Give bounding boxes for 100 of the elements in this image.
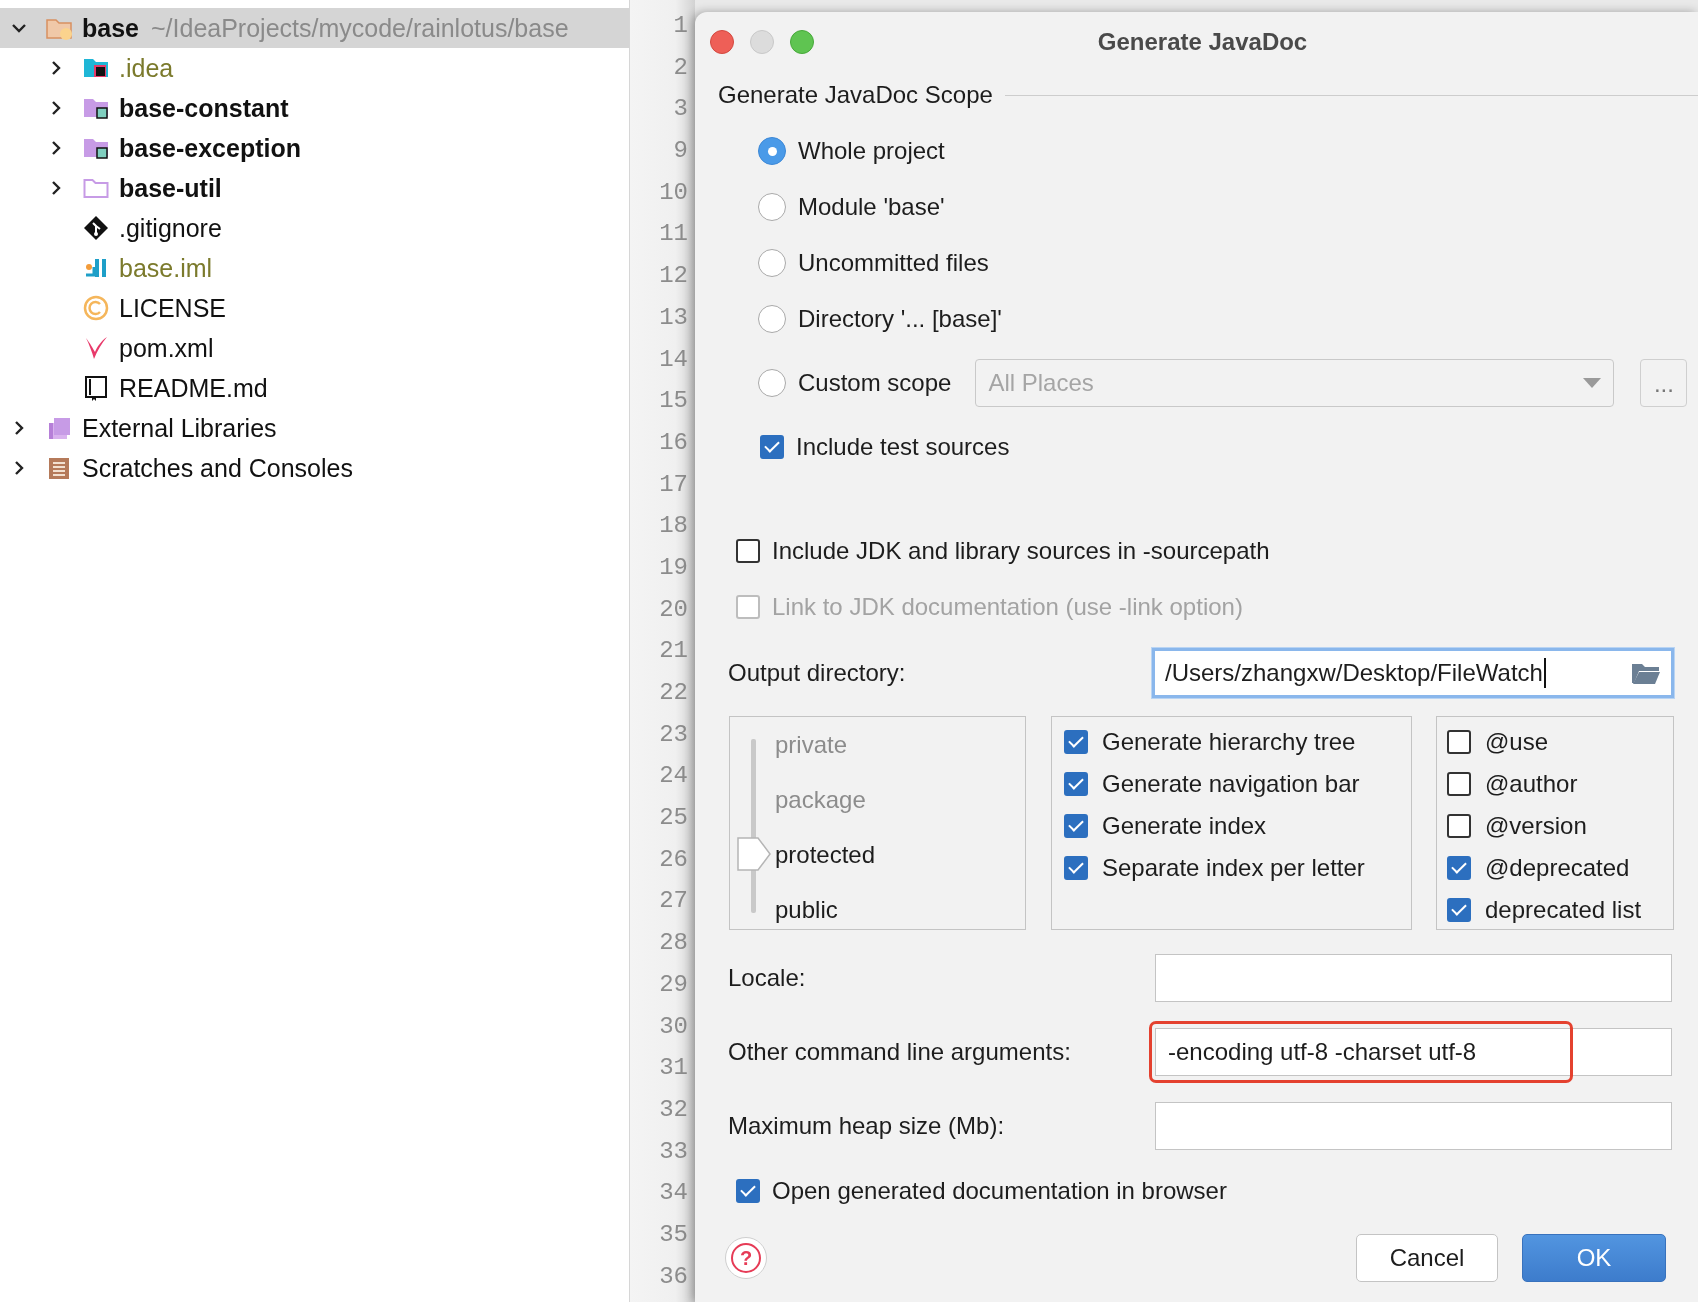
checkbox-label: Open generated documentation in browser — [772, 1177, 1227, 1205]
line-number: 23 — [658, 719, 689, 750]
line-number: 18 — [658, 511, 689, 542]
checkbox-label: @author — [1485, 770, 1578, 798]
path-hint: ~/IdeaProjects/mycode/rainlotus/base — [151, 13, 569, 43]
radio-button[interactable] — [758, 249, 786, 277]
tree-row[interactable]: Scratches and Consoles — [0, 448, 629, 488]
radio-button[interactable] — [758, 193, 786, 221]
checkbox-label: Include test sources — [796, 433, 1010, 461]
more-button[interactable]: ... — [1640, 359, 1688, 407]
tree-row[interactable]: External Libraries — [0, 408, 629, 448]
tree-row[interactable]: base.iml — [0, 248, 629, 288]
tree-row[interactable]: LICENSE — [0, 288, 629, 328]
checkbox[interactable] — [1064, 730, 1088, 754]
tree-row[interactable]: README.md — [0, 368, 629, 408]
radio-label: Directory '... [base]' — [798, 305, 1002, 333]
checkbox[interactable] — [1447, 856, 1471, 880]
folder-icon[interactable] — [1631, 661, 1661, 685]
ok-button[interactable]: OK — [1522, 1234, 1666, 1282]
line-number: 15 — [658, 386, 689, 417]
tree-item-label: base-util — [119, 173, 222, 203]
slider-label[interactable]: public — [730, 882, 1025, 937]
book-icon — [83, 375, 109, 401]
line-number: 16 — [658, 427, 689, 458]
line-number: 9 — [672, 136, 689, 167]
line-number: 2 — [672, 52, 689, 83]
help-button[interactable]: ? — [725, 1237, 767, 1279]
slider-label[interactable]: protected — [730, 827, 1025, 882]
line-number: 24 — [658, 761, 689, 792]
line-number: 33 — [658, 1136, 689, 1167]
line-number: 26 — [658, 844, 689, 875]
line-number: 21 — [658, 636, 689, 667]
field-label: Other command line arguments: — [728, 1038, 1071, 1066]
line-number: 30 — [658, 1011, 689, 1042]
radio-label: Whole project — [798, 137, 945, 165]
input-field[interactable] — [1155, 954, 1672, 1002]
input-field[interactable] — [1155, 1102, 1672, 1150]
tree-item-label: base-exception — [119, 133, 301, 163]
line-number: 32 — [658, 1094, 689, 1125]
radio-label: Module 'base' — [798, 193, 945, 221]
close-button[interactable] — [710, 30, 734, 54]
tree-row[interactable]: base ~/IdeaProjects/mycode/rainlotus/base — [0, 8, 629, 48]
cancel-button[interactable]: Cancel — [1356, 1234, 1498, 1282]
line-number: 27 — [658, 886, 689, 917]
copyright-icon — [83, 295, 109, 321]
tree-item-label: README.md — [119, 373, 268, 403]
input-field[interactable]: /Users/zhangxw/Desktop/FileWatch — [1152, 648, 1674, 698]
tree-item-label: base-constant — [119, 93, 289, 123]
radio-label: Custom scope — [798, 369, 952, 397]
line-number: 17 — [658, 469, 689, 500]
slider-thumb[interactable] — [737, 837, 771, 871]
checkbox[interactable] — [736, 539, 760, 563]
line-number: 25 — [658, 803, 689, 834]
checkbox[interactable] — [760, 435, 784, 459]
checkbox[interactable] — [736, 1179, 760, 1203]
tree-row[interactable]: base-util — [0, 168, 629, 208]
tree-item-label: .idea — [119, 53, 174, 83]
tree-row[interactable]: pom.xml — [0, 328, 629, 368]
checkbox-label: Link to JDK documentation (use -link option) — [772, 593, 1243, 621]
checkbox[interactable] — [1447, 730, 1471, 754]
checkbox-label: Generate navigation bar — [1102, 770, 1360, 798]
checkbox-label: Generate hierarchy tree — [1102, 728, 1356, 756]
line-number: 22 — [658, 678, 689, 708]
line-number: 34 — [658, 1178, 689, 1209]
radio-button[interactable] — [758, 369, 786, 397]
checkbox[interactable] — [1447, 814, 1471, 838]
tree-row[interactable]: base-constant — [0, 88, 629, 128]
radio-button[interactable] — [758, 137, 786, 165]
checkbox-label: Separate index per letter — [1102, 854, 1365, 882]
checkbox[interactable] — [1447, 898, 1471, 922]
radio-button[interactable] — [758, 305, 786, 333]
line-number: 3 — [672, 94, 689, 125]
checkbox[interactable] — [1064, 772, 1088, 796]
line-number: 35 — [658, 1219, 689, 1250]
checkbox[interactable] — [1447, 772, 1471, 796]
tree-item-label: base — [82, 13, 139, 43]
checkbox[interactable] — [1064, 856, 1088, 880]
tree-row[interactable]: .gitignore — [0, 208, 629, 248]
checkbox-label: @deprecated — [1485, 854, 1630, 882]
checkbox[interactable] — [1064, 814, 1088, 838]
line-number: 20 — [658, 594, 689, 625]
tree-row[interactable]: .idea — [0, 48, 629, 88]
field-label: Output directory: — [728, 659, 906, 687]
section-heading: Generate JavaDoc Scope — [718, 81, 993, 109]
line-number: 31 — [658, 1053, 689, 1084]
checkbox-label: deprecated list — [1485, 896, 1642, 924]
tree-item-label: base.iml — [119, 253, 213, 283]
field-label: Maximum heap size (Mb): — [728, 1112, 1005, 1140]
tree-item-label: LICENSE — [119, 293, 226, 323]
line-number: 29 — [658, 969, 689, 1000]
tree-item-label: pom.xml — [119, 333, 214, 363]
tree-row[interactable]: base-exception — [0, 128, 629, 168]
tree-item-label: External Libraries — [82, 413, 277, 443]
checkbox-label: Generate index — [1102, 812, 1267, 840]
input-field[interactable]: -encoding utf-8 -charset utf-8 — [1155, 1028, 1672, 1076]
diamond-icon — [83, 215, 109, 241]
line-number: 28 — [658, 928, 689, 959]
zoom-button[interactable] — [790, 30, 814, 54]
line-number: 13 — [658, 302, 689, 333]
line-number: 1 — [672, 11, 689, 41]
